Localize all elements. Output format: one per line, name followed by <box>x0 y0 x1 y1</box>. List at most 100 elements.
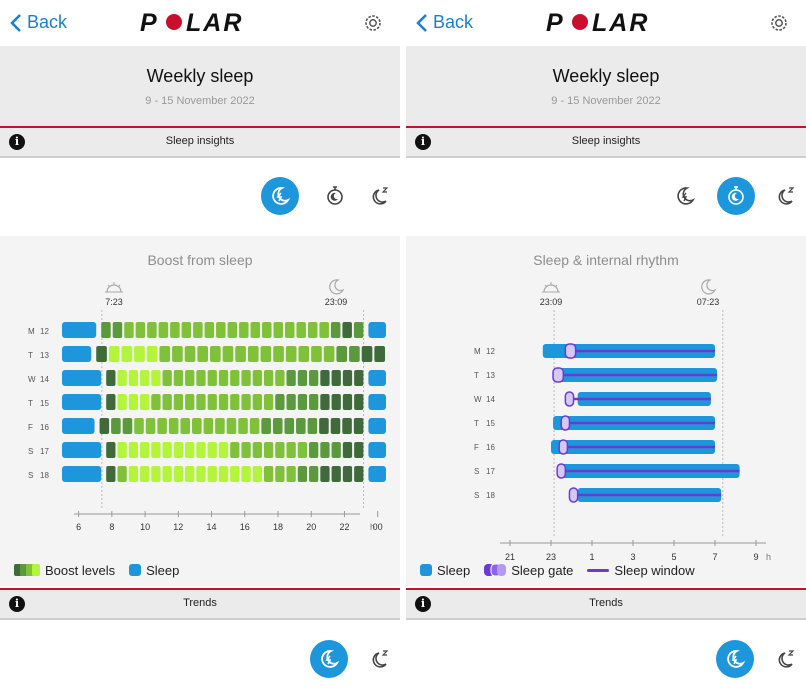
boost-cell <box>354 370 364 386</box>
back-button[interactable]: Back <box>416 12 473 33</box>
tab-trends-stages[interactable] <box>767 640 805 678</box>
sleep-gate <box>560 415 571 431</box>
tab-sleep-rhythm[interactable] <box>316 177 354 215</box>
boost-cell <box>196 394 206 410</box>
boost-cell <box>354 466 364 482</box>
sleep-bar-evening <box>368 394 386 410</box>
tab-boost-from-sleep[interactable] <box>666 177 704 215</box>
boost-cell <box>181 322 192 338</box>
boost-cell <box>275 442 285 458</box>
back-button[interactable]: Back <box>10 12 67 33</box>
boost-cell <box>309 466 319 482</box>
boost-cell <box>235 346 246 362</box>
boost-cell <box>185 466 195 482</box>
back-label: Back <box>27 12 68 32</box>
day-date: 15 <box>40 399 49 408</box>
trends-bar[interactable]: i Trends <box>406 590 806 620</box>
boost-cell <box>151 370 161 386</box>
boost-cell <box>342 322 352 338</box>
boost-cell <box>96 346 107 362</box>
boost-cell <box>241 370 251 386</box>
sleep-insights-bar[interactable]: i Sleep insights <box>406 128 806 158</box>
boost-cell <box>330 322 341 338</box>
boost-cell <box>147 322 157 338</box>
polar-logo: P LAR <box>546 9 647 37</box>
day-letter: F <box>28 423 33 432</box>
boost-cell <box>185 370 195 386</box>
boost-cell <box>216 322 226 338</box>
boost-cell <box>297 394 308 410</box>
day-letter: S <box>474 491 479 500</box>
boost-cell <box>330 418 341 434</box>
page-header: Weekly sleep 9 - 15 November 2022 <box>0 46 400 126</box>
boost-cell <box>218 370 229 386</box>
day-letter: W <box>474 395 482 404</box>
day-letter: T <box>474 371 479 380</box>
boost-cell <box>106 394 116 410</box>
day-date: 13 <box>486 371 495 380</box>
boost-cell <box>331 370 341 386</box>
boost-cell <box>252 466 262 482</box>
tab-boost-from-sleep[interactable] <box>261 177 299 215</box>
boost-cell <box>342 418 352 434</box>
boost-cell <box>261 418 271 434</box>
sleep-gate-swatch <box>484 564 507 576</box>
x-tick-label: 12 <box>173 522 183 532</box>
boost-cell <box>196 370 206 386</box>
boost-cell <box>307 418 318 434</box>
sleep-insights-bar[interactable]: i Sleep insights <box>0 128 400 158</box>
tab-sleep-stages[interactable] <box>361 177 399 215</box>
sun-icon <box>542 282 560 293</box>
gear-icon[interactable] <box>362 12 384 34</box>
boost-cell <box>140 466 150 482</box>
boost-cell <box>263 466 274 482</box>
trends-bar[interactable]: i Trends <box>0 590 400 620</box>
sleep-swatch <box>129 564 142 576</box>
boost-cell <box>134 346 145 362</box>
x-tick-label: 20 <box>306 522 316 532</box>
stopwatch-moon-icon <box>327 186 343 205</box>
day-date: 14 <box>486 395 495 404</box>
wake-time-label: 7:23 <box>105 297 123 307</box>
boost-cell <box>226 418 237 434</box>
sleep-bar-evening <box>368 418 386 434</box>
boost-cell <box>263 370 274 386</box>
tab-trends-boost[interactable] <box>716 640 754 678</box>
boost-cell <box>252 442 262 458</box>
day-date: 17 <box>40 447 49 456</box>
legend-sleep-label: Sleep <box>437 562 471 578</box>
boost-levels-swatch <box>14 564 40 576</box>
day-date: 16 <box>40 423 49 432</box>
moon-zz-icon <box>778 187 795 205</box>
boost-cell <box>99 418 110 434</box>
legend-window-label: Sleep window <box>614 562 695 578</box>
boost-cell <box>117 394 127 410</box>
boost-cell <box>311 346 322 362</box>
day-date: 18 <box>40 471 49 480</box>
boost-cell <box>297 466 308 482</box>
page-title: Weekly sleep <box>552 66 660 86</box>
boost-cell <box>252 394 262 410</box>
x-tick-label: 18 <box>273 522 283 532</box>
sleep-gate <box>556 463 567 479</box>
tab-sleep-rhythm[interactable] <box>717 177 755 215</box>
tab-sleep-stages[interactable] <box>767 177 805 215</box>
day-letter: W <box>28 375 36 384</box>
boost-cell <box>117 370 127 386</box>
boost-cell <box>134 418 144 434</box>
gear-icon[interactable] <box>768 12 790 34</box>
chart-legend: Boost levels Sleep <box>0 556 400 584</box>
nav-bar: Back P LAR <box>406 0 806 46</box>
view-tabs <box>406 158 806 234</box>
tab-trends-stages[interactable] <box>361 640 399 678</box>
tab-trends-boost[interactable] <box>310 640 348 678</box>
boost-cell <box>286 370 296 386</box>
boost-cell <box>117 466 127 482</box>
boost-cell <box>238 418 248 434</box>
boost-cell <box>173 370 184 386</box>
rhythm-chart-section: Sleep & internal rhythm 23:09 07:23 M 12 T… <box>406 236 806 586</box>
day-letter: M <box>28 327 35 336</box>
boost-cell <box>354 442 364 458</box>
boost-cell <box>331 442 341 458</box>
boost-cell <box>145 418 156 434</box>
